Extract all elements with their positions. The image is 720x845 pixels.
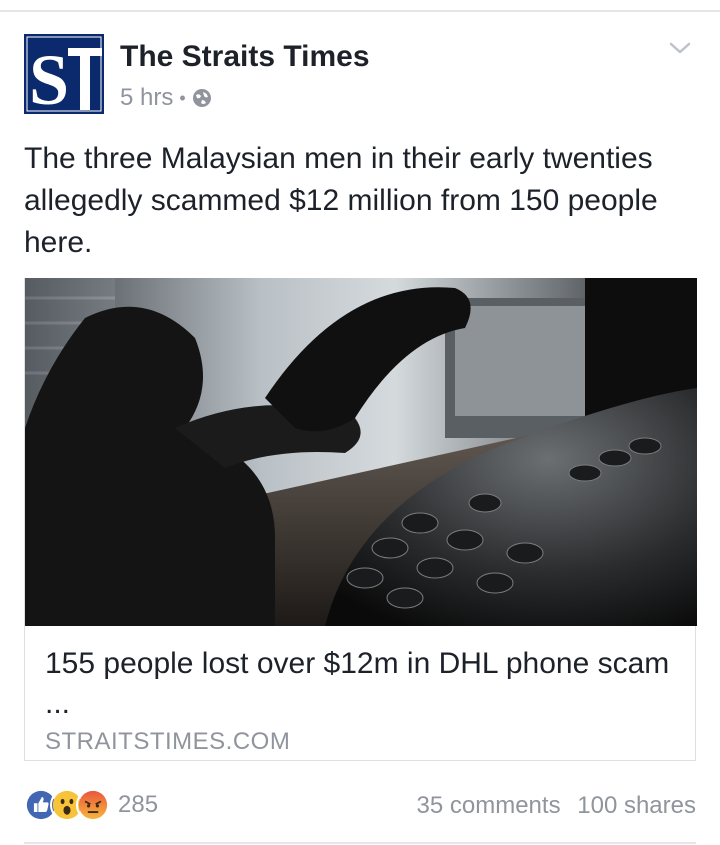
post-text: The three Malaysian men in their early t… <box>24 142 658 259</box>
bottom-divider <box>24 842 696 844</box>
globe-icon <box>192 89 211 107</box>
link-preview-card[interactable]: 155 people lost over $12m in DHL phone s… <box>24 278 697 761</box>
post-stats: 35 comments 100 shares <box>407 792 696 820</box>
comments-count[interactable]: 35 comments <box>417 792 561 819</box>
straits-times-logo-icon: S <box>24 34 104 114</box>
chevron-down-icon[interactable] <box>668 38 692 58</box>
link-image[interactable] <box>25 278 697 626</box>
angry-icon <box>76 788 110 822</box>
svg-text:S: S <box>29 40 69 114</box>
link-domain: STRAITSTIMES.COM <box>45 728 291 755</box>
reaction-count: 285 <box>118 791 159 818</box>
page-logo[interactable]: S <box>24 34 104 114</box>
post-time[interactable]: 5 hrs <box>120 84 173 112</box>
post-footer: 285 35 comments 100 shares <box>24 784 696 828</box>
link-title[interactable]: 155 people lost over $12m in DHL phone s… <box>45 644 675 724</box>
phone-silhouette-image <box>25 278 697 626</box>
post-header: S The Straits Times 5 hrs • <box>24 34 696 118</box>
shares-count[interactable]: 100 shares <box>577 792 696 819</box>
post-meta: 5 hrs • <box>120 84 212 112</box>
reactions-summary[interactable]: 285 <box>24 788 158 822</box>
page-name[interactable]: The Straits Times <box>120 40 370 74</box>
meta-separator: • <box>179 87 186 108</box>
top-divider <box>0 10 720 12</box>
